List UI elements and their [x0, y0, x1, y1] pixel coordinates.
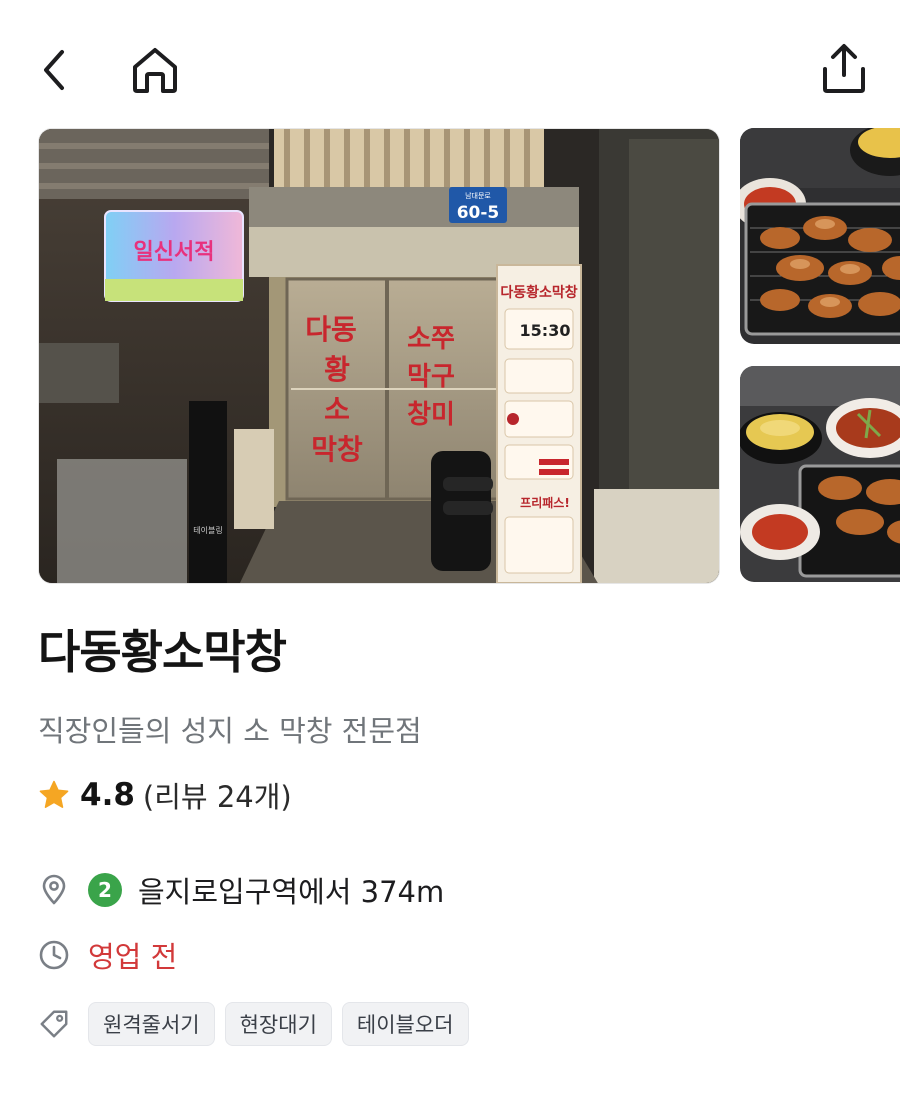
location-pin-icon [38, 874, 70, 906]
back-button[interactable] [26, 42, 82, 98]
address-plate-number: 60-5 [457, 203, 500, 223]
door-lettering-right: 소쭈 [407, 324, 455, 354]
photo-gallery[interactable]: 남대문로 60-5 일신서적 다동 황 소 막창 소쭈 막구 창미 다동황소막창… [38, 128, 900, 584]
home-button[interactable] [127, 42, 183, 98]
tag-table-order[interactable]: 테이블오더 [341, 1002, 469, 1046]
tags-row: 원격줄서기 현장대기 테이블오더 [38, 1000, 479, 1048]
standing-sign-free-pass: 프리패스! [520, 495, 570, 510]
rainbow-store-sign: 일신서적 [134, 240, 215, 265]
tag-icon [38, 1008, 70, 1040]
address-plate-street: 남대문로 [465, 191, 491, 200]
tag-remote-queue[interactable]: 원격줄서기 [88, 1002, 215, 1046]
chevron-left-icon [44, 50, 64, 90]
side-photo-1[interactable] [740, 128, 900, 344]
top-bar [0, 0, 900, 128]
share-button[interactable] [816, 40, 872, 96]
review-count[interactable]: (리뷰 24개) [143, 774, 292, 816]
place-title: 다동황소막창 [38, 625, 287, 679]
svg-text:황: 황 [324, 353, 350, 386]
svg-text:테이블링: 테이블링 [193, 525, 222, 535]
place-description: 직장인들의 성지 소 막창 전문점 [38, 714, 422, 748]
hours-row[interactable]: 영업 전 [38, 931, 177, 979]
standing-sign-title: 다동황소막창 [500, 284, 577, 301]
hours-status: 영업 전 [88, 940, 178, 974]
food-photo-grill [740, 128, 900, 344]
door-lettering-left: 다동 [305, 313, 357, 346]
share-icon [823, 44, 865, 93]
svg-text:막구: 막구 [407, 362, 455, 392]
svg-text:소: 소 [324, 393, 350, 426]
rating-value: 4.8 [80, 777, 135, 813]
main-photo[interactable]: 남대문로 60-5 일신서적 다동 황 소 막창 소쭈 막구 창미 다동황소막창… [38, 128, 720, 584]
home-icon [133, 48, 177, 93]
rating-row[interactable]: 4.8 (리뷰 24개) [38, 772, 292, 818]
standing-sign-time: 15:30 [520, 321, 571, 340]
side-photo-2[interactable] [740, 366, 900, 582]
star-icon [39, 780, 69, 808]
tag-onsite-wait[interactable]: 현장대기 [224, 1002, 332, 1046]
clock-icon [38, 939, 70, 971]
subway-line-badge: 2 [88, 873, 122, 907]
svg-text:창미: 창미 [407, 400, 455, 430]
food-photo-dishes [740, 366, 900, 582]
location-row[interactable]: 2 을지로입구역에서 374m [38, 866, 444, 914]
svg-text:막창: 막창 [311, 433, 363, 466]
storefront-photo: 남대문로 60-5 일신서적 다동 황 소 막창 소쭈 막구 창미 다동황소막창… [39, 129, 719, 583]
location-text: 을지로입구역에서 374m [138, 875, 445, 909]
